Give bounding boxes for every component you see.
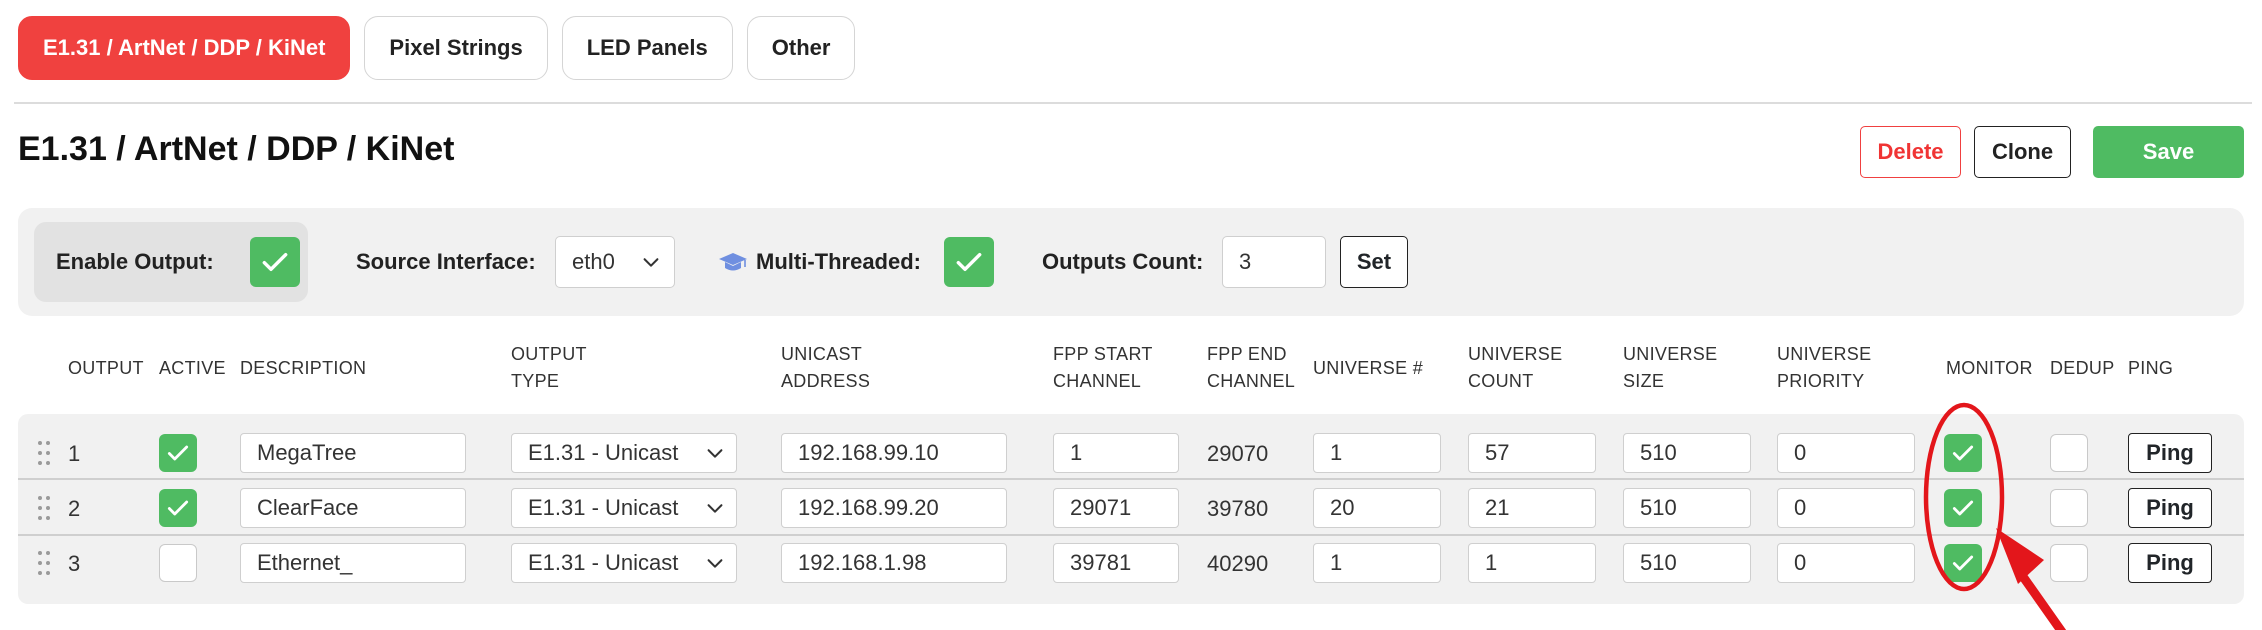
col-header-universe-number: UNIVERSE # [1313,358,1424,378]
output-type-select[interactable]: E1.31 - Unicast [511,433,737,473]
source-interface-label: Source Interface: [356,249,536,274]
checkmark-icon [167,500,189,516]
col-header-universe-priority: UNIVERSE PRIORITY [1777,344,1872,391]
outputs-count-input[interactable]: 3 [1222,236,1326,288]
col-header-unicast-address: UNICAST ADDRESS [781,344,871,391]
drag-handle-icon[interactable] [37,550,51,576]
ping-button[interactable]: Ping [2128,433,2212,473]
tabs-divider [14,102,2252,104]
enable-output-group: Enable Output: [34,222,308,302]
output-tabs: E1.31 / ArtNet / DDP / KiNet Pixel Strin… [18,16,856,80]
description-input[interactable]: ClearFace [240,488,466,528]
checkmark-icon [1952,445,1974,461]
tab-other[interactable]: Other [746,16,856,80]
row-divider [18,534,2244,536]
fpp-end-channel: 29070 [1207,441,1269,466]
drag-handle-icon[interactable] [37,440,51,466]
dedup-checkbox[interactable] [2050,489,2088,527]
col-header-dedup: DEDUP [2050,358,2115,378]
page-title: E1.31 / ArtNet / DDP / KiNet [18,130,455,168]
monitor-checkbox[interactable] [1944,434,1982,472]
fpp-end-channel: 40290 [1207,551,1269,576]
output-settings-bar: Enable Output: Source Interface: eth0 Mu… [18,208,2244,316]
multi-threaded-checkbox[interactable] [944,237,994,287]
active-checkbox[interactable] [159,489,197,527]
row-divider [18,478,2244,480]
active-checkbox[interactable] [159,544,197,582]
tab-led-panels[interactable]: LED Panels [561,16,733,80]
col-header-monitor: MONITOR [1946,358,2033,378]
checkmark-icon [956,252,982,272]
unicast-address-input[interactable]: 192.168.99.20 [781,488,1007,528]
ping-button[interactable]: Ping [2128,488,2212,528]
source-interface-value: eth0 [572,249,615,274]
checkmark-icon [1952,555,1974,571]
dedup-checkbox[interactable] [2050,544,2088,582]
checkmark-icon [1952,500,1974,516]
outputs-count-label: Outputs Count: [1042,249,1204,274]
universe-priority-input[interactable]: 0 [1777,488,1915,528]
col-header-output: OUTPUT [68,358,144,378]
output-type-select[interactable]: E1.31 - Unicast [511,543,737,583]
set-outputs-count-button[interactable]: Set [1340,236,1408,288]
ping-button[interactable]: Ping [2128,543,2212,583]
col-header-fpp-end-channel: FPP END CHANNEL [1207,344,1296,391]
tab-pixel-strings[interactable]: Pixel Strings [364,16,548,80]
chevron-down-icon [643,258,659,267]
universe-number-input[interactable]: 1 [1313,433,1441,473]
output-number: 1 [68,441,81,466]
universe-size-input[interactable]: 510 [1623,433,1751,473]
enable-output-label: Enable Output: [56,249,214,274]
col-header-output-type: OUTPUT TYPE [511,344,587,391]
output-type-select[interactable]: E1.31 - Unicast [511,488,737,528]
dedup-checkbox[interactable] [2050,434,2088,472]
universe-priority-input[interactable]: 0 [1777,543,1915,583]
chevron-down-icon [707,449,723,458]
fpp-start-channel-input[interactable]: 29071 [1053,488,1179,528]
col-header-universe-count: UNIVERSE COUNT [1468,344,1563,391]
universe-number-input[interactable]: 20 [1313,488,1441,528]
delete-button[interactable]: Delete [1860,126,1961,178]
outputs-count-value: 3 [1239,249,1252,274]
universe-priority-input[interactable]: 0 [1777,433,1915,473]
output-number: 2 [68,496,81,521]
unicast-address-input[interactable]: 192.168.1.98 [781,543,1007,583]
tab-e131-artnet-ddp-kinet[interactable]: E1.31 / ArtNet / DDP / KiNet [18,16,351,80]
active-checkbox[interactable] [159,434,197,472]
fpp-start-channel-input[interactable]: 1 [1053,433,1179,473]
universe-size-input[interactable]: 510 [1623,543,1751,583]
description-input[interactable]: MegaTree [240,433,466,473]
col-header-ping: PING [2128,358,2174,378]
save-button[interactable]: Save [2093,126,2244,178]
output-number: 3 [68,551,81,576]
chevron-down-icon [707,559,723,568]
universe-count-input[interactable]: 57 [1468,433,1596,473]
monitor-checkbox[interactable] [1944,489,1982,527]
graduation-cap-icon [719,253,747,271]
chevron-down-icon [707,504,723,513]
col-header-active: ACTIVE [159,358,226,378]
col-header-description: DESCRIPTION [240,358,367,378]
unicast-address-input[interactable]: 192.168.99.10 [781,433,1007,473]
fpp-start-channel-input[interactable]: 39781 [1053,543,1179,583]
enable-output-checkbox[interactable] [250,237,300,287]
source-interface-select[interactable]: eth0 [555,236,675,288]
col-header-fpp-start-channel: FPP START CHANNEL [1053,344,1153,391]
col-header-universe-size: UNIVERSE SIZE [1623,344,1718,391]
checkmark-icon [262,252,288,272]
monitor-checkbox[interactable] [1944,544,1982,582]
drag-handle-icon[interactable] [37,495,51,521]
fpp-end-channel: 39780 [1207,496,1269,521]
universe-count-input[interactable]: 21 [1468,488,1596,528]
checkmark-icon [167,445,189,461]
multi-threaded-label: Multi-Threaded: [756,249,921,274]
universe-count-input[interactable]: 1 [1468,543,1596,583]
description-input[interactable]: Ethernet_ [240,543,466,583]
clone-button[interactable]: Clone [1974,126,2071,178]
universe-number-input[interactable]: 1 [1313,543,1441,583]
universe-size-input[interactable]: 510 [1623,488,1751,528]
